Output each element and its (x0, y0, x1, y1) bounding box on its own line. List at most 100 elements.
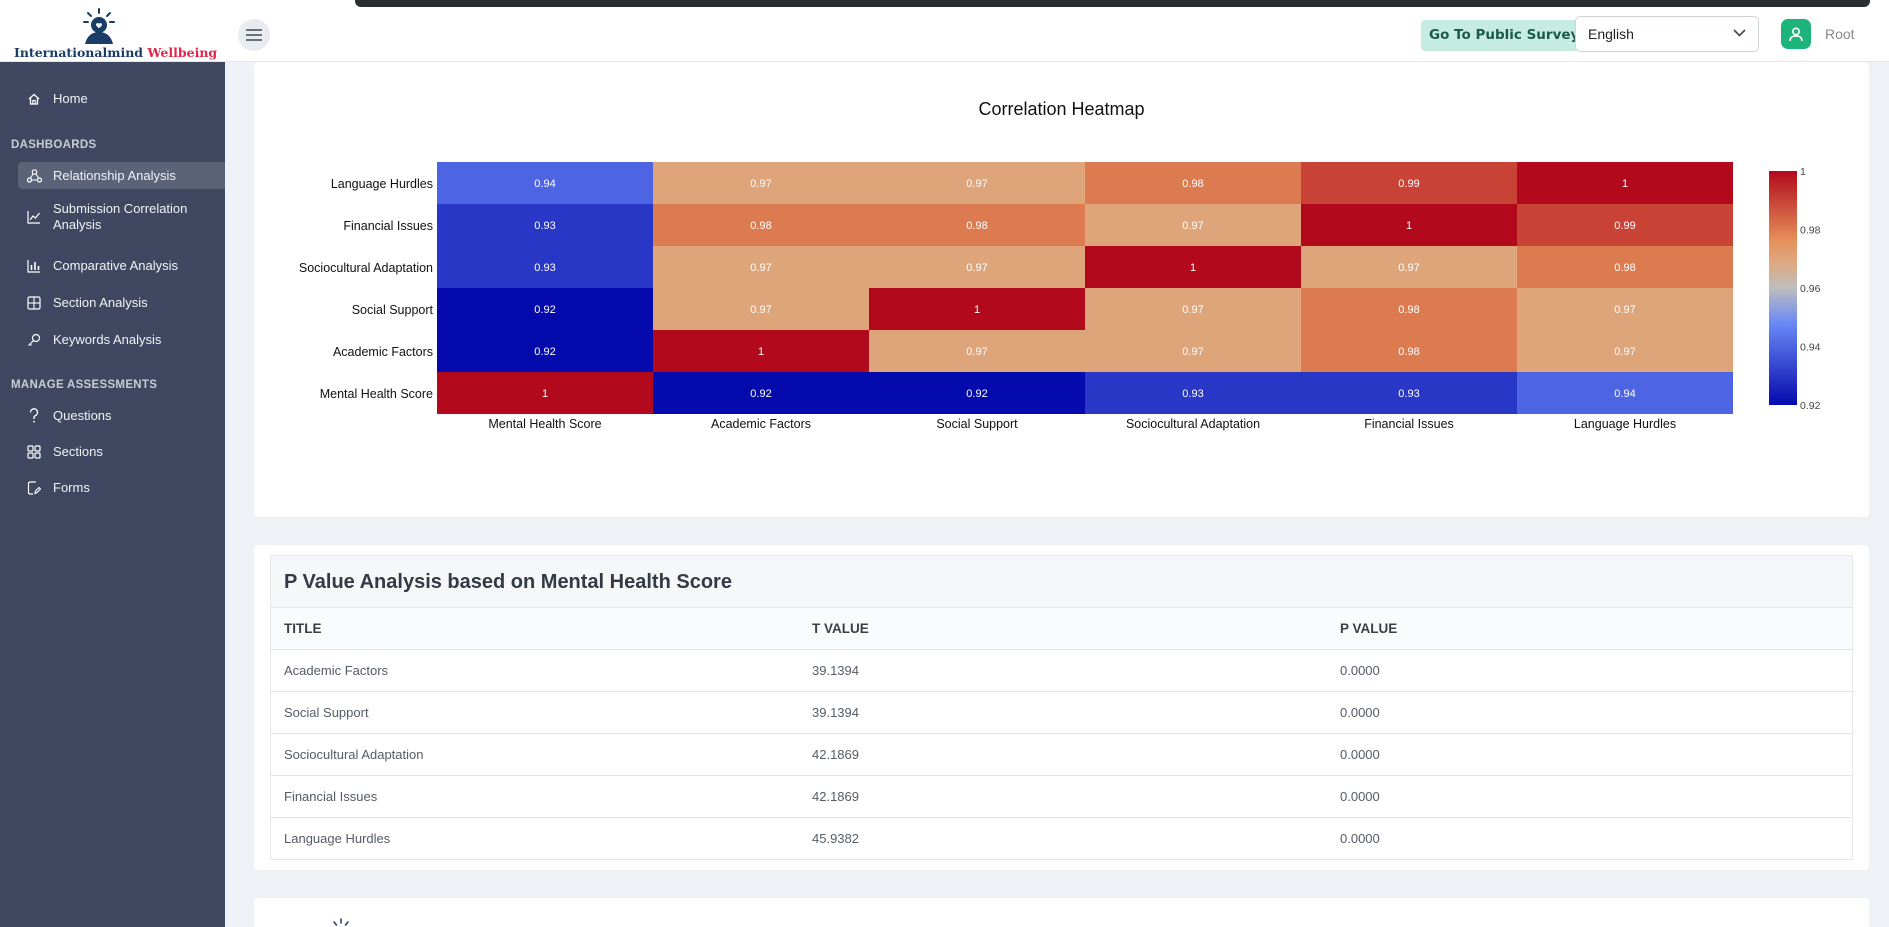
section-title-manage-assessments: MANAGE ASSESSMENTS (11, 379, 158, 391)
heatmap-cell-label: 0.98 (1614, 262, 1635, 274)
colorbar-tick-label: 0.96 (1800, 283, 1821, 295)
lightbulb-logo-icon (83, 8, 115, 44)
sidebar-item-keywords-analysis[interactable]: Keywords Analysis (18, 326, 225, 353)
top-header: Internationalmind Wellbeing Go To Public… (0, 0, 1889, 62)
heatmap-cell-label: 0.92 (534, 304, 555, 316)
colorbar-tick-label: 1 (1800, 166, 1806, 178)
public-surveys-button[interactable]: Go To Public Surveys (1421, 20, 1596, 51)
cell-p-value: 0.0000 (1340, 789, 1380, 804)
heatmap-cell-label: 0.97 (1614, 346, 1635, 358)
sidebar-item-submission-correlation[interactable]: Submission Correlation Analysis (18, 199, 225, 235)
chevron-down-icon (1733, 29, 1746, 37)
table-header-row: TITLE T VALUE P VALUE (271, 608, 1852, 650)
sidebar-item-label: Relationship Analysis (53, 168, 176, 183)
heatmap-cell-label: 0.98 (1182, 178, 1203, 190)
heatmap-cell-label: 0.99 (1614, 220, 1635, 232)
colorbar (1769, 171, 1797, 405)
heatmap-chart: 1 0.92 0.92 0.93 0.93 0.94 0.92 1 0.97 0.97 0.98 0.… (299, 162, 1821, 431)
cell-p-value: 0.0000 (1340, 705, 1380, 720)
cell-title: Social Support (284, 705, 369, 720)
menu-toggle-button[interactable] (238, 19, 270, 51)
sidebar-item-label: Forms (53, 480, 90, 495)
y-axis-tick-label: Mental Health Score (320, 387, 433, 401)
brand-name: Internationalmind (14, 45, 144, 60)
sidebar-item-label: Questions (53, 408, 112, 423)
sun-icon (333, 918, 349, 926)
x-axis-tick-label: Language Hurdles (1574, 417, 1676, 431)
user-name[interactable]: Root (1825, 26, 1855, 42)
table-row: Social Support 39.1394 0.0000 (271, 692, 1852, 734)
cell-title: Financial Issues (284, 789, 378, 804)
brand-logo[interactable]: Internationalmind Wellbeing (14, 8, 217, 60)
cell-t-value: 39.1394 (812, 705, 859, 720)
sidebar-item-questions[interactable]: Questions (18, 402, 225, 429)
y-axis-tick-label: Social Support (352, 303, 434, 317)
heatmap-cell-label: 0.97 (966, 346, 987, 358)
cell-p-value: 0.0000 (1340, 747, 1380, 762)
heatmap-cell-label: 0.93 (534, 220, 555, 232)
cell-t-value: 42.1869 (812, 789, 859, 804)
heatmap-cell-label: 0.92 (534, 346, 555, 358)
sidebar-item-home[interactable]: Home (18, 85, 225, 112)
sidebar-item-forms[interactable]: Forms (18, 474, 225, 501)
heatmap-cell-label: 0.98 (750, 220, 771, 232)
cell-title: Sociocultural Adaptation (284, 747, 424, 762)
heatmap-cell-label: 1 (974, 304, 980, 316)
y-axis-tick-label: Sociocultural Adaptation (299, 261, 433, 275)
sidebar-item-section-analysis[interactable]: Section Analysis (18, 289, 225, 316)
heatmap-cell-label: 0.93 (1182, 388, 1203, 400)
heatmap-cell-label: 0.97 (1614, 304, 1635, 316)
x-axis-tick-label: Sociocultural Adaptation (1126, 417, 1260, 431)
user-avatar[interactable] (1781, 19, 1811, 49)
heatmap-cell-label: 0.97 (1182, 346, 1203, 358)
cell-p-value: 0.0000 (1340, 663, 1380, 678)
x-axis-tick-label: Financial Issues (1364, 417, 1454, 431)
heatmap-cell-label: 0.92 (966, 388, 987, 400)
language-value: English (1588, 26, 1634, 42)
table-row: Financial Issues 42.1869 0.0000 (271, 776, 1852, 818)
heatmap-card: Correlation Heatmap 1 0.92 0.92 0.93 0.93 0.9… (254, 62, 1869, 517)
sidebar-item-comparative-analysis[interactable]: Comparative Analysis (18, 252, 225, 279)
table-icon (26, 295, 42, 311)
heatmap-cell-label: 0.98 (1398, 304, 1419, 316)
heatmap-cell-label: 1 (542, 388, 548, 400)
heatmap-cell-label: 0.97 (966, 262, 987, 274)
colorbar-tick-label: 0.94 (1800, 342, 1821, 354)
heatmap-cell-label: 0.94 (534, 178, 555, 190)
table-row: Language Hurdles 45.9382 0.0000 (271, 818, 1852, 860)
next-card (254, 898, 1869, 927)
sidebar-item-label: Home (53, 91, 88, 106)
table-row: Academic Factors 39.1394 0.0000 (271, 650, 1852, 692)
heatmap-cell-label: 0.97 (1182, 304, 1203, 316)
heatmap-cell-label: 0.99 (1398, 178, 1419, 190)
sidebar-item-relationship-analysis[interactable]: Relationship Analysis (18, 162, 225, 189)
column-header-p-value[interactable]: P VALUE (1327, 621, 1397, 636)
heatmap-cell-label: 1 (1406, 220, 1412, 232)
section-title-dashboards: DASHBOARDS (11, 139, 97, 151)
table-row: Sociocultural Adaptation 42.1869 0.0000 (271, 734, 1852, 776)
heatmap-cell-label: 0.93 (1398, 388, 1419, 400)
browser-strip (355, 0, 1870, 7)
heatmap-cell-label: 1 (758, 346, 764, 358)
heatmap-cell-label: 0.97 (750, 304, 771, 316)
x-axis-tick-label: Academic Factors (711, 417, 811, 431)
bar-chart-icon (26, 258, 42, 274)
y-axis-tick-label: Language Hurdles (331, 177, 433, 191)
heatmap-cell-label: 0.97 (966, 178, 987, 190)
heatmap-cell-label: 1 (1622, 178, 1628, 190)
cell-t-value: 45.9382 (812, 831, 859, 846)
language-select[interactable]: English (1575, 16, 1759, 52)
sidebar: Home DASHBOARDS Relationship Analysis Su… (0, 62, 225, 927)
column-header-title[interactable]: TITLE (271, 621, 799, 636)
hamburger-icon (246, 29, 262, 41)
sidebar-item-label: Section Analysis (53, 295, 148, 310)
colorbar-tick-label: 0.98 (1800, 225, 1821, 237)
sidebar-item-sections[interactable]: Sections (18, 438, 225, 465)
sidebar-item-label: Submission Correlation Analysis (53, 201, 188, 232)
heatmap-cell-label: 0.92 (750, 388, 771, 400)
cell-title: Language Hurdles (284, 831, 391, 846)
heatmap-cell-label: 1 (1190, 262, 1196, 274)
column-header-t-value[interactable]: T VALUE (799, 621, 1327, 636)
pvalue-table: P Value Analysis based on Mental Health … (270, 555, 1853, 860)
share-nodes-icon (26, 168, 42, 184)
